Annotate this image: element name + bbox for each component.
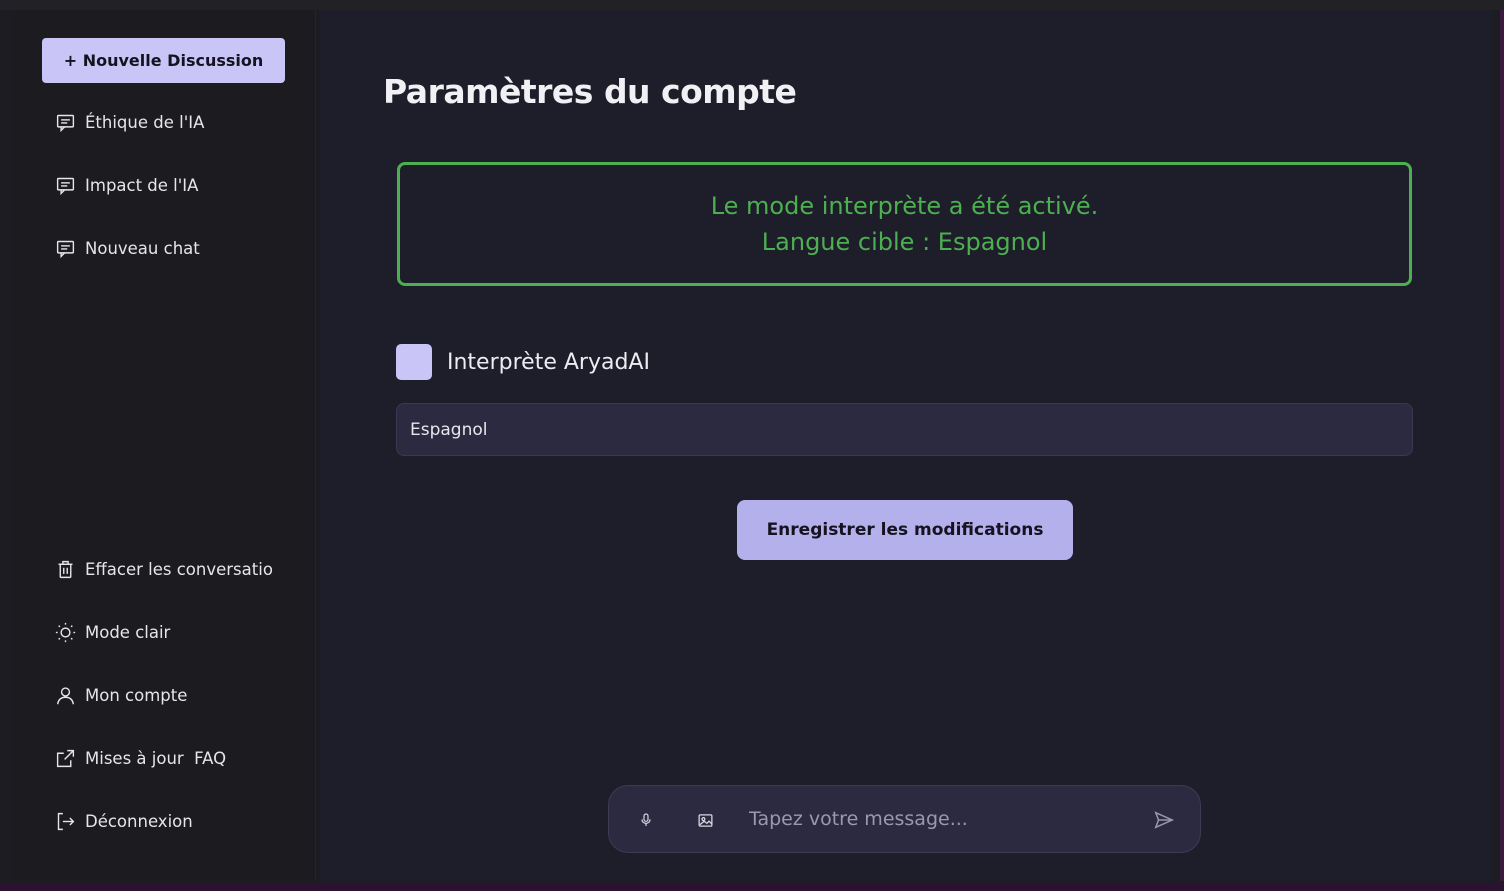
new-discussion-button[interactable]: + Nouvelle Discussion bbox=[42, 38, 285, 83]
sidebar-item-label: Mises à jour FAQ bbox=[85, 748, 227, 768]
trash-icon bbox=[58, 560, 73, 578]
sun-icon bbox=[55, 622, 76, 642]
user-icon bbox=[56, 686, 75, 704]
image-icon[interactable] bbox=[693, 808, 717, 832]
chat-icon bbox=[56, 240, 75, 258]
sidebar-item-label: Déconnexion bbox=[85, 811, 193, 831]
window-top-bar bbox=[0, 0, 1504, 10]
light-mode-toggle[interactable]: Mode clair bbox=[55, 620, 275, 644]
sidebar-item-label: Éthique de l'IA bbox=[85, 112, 205, 132]
page-title: Paramètres du compte bbox=[383, 72, 797, 111]
sidebar-item-label: Impact de l'IA bbox=[85, 175, 199, 195]
main-content: Paramètres du compte Le mode interprète … bbox=[320, 10, 1492, 881]
send-icon[interactable] bbox=[1152, 808, 1176, 832]
alert-line-2: Langue cible : Espagnol bbox=[761, 228, 1048, 256]
logout-button[interactable]: Déconnexion bbox=[55, 809, 275, 833]
interpreter-option: Interprète AryadAI bbox=[396, 344, 650, 380]
alert-line-1: Le mode interprète a été activé. bbox=[710, 192, 1099, 220]
window-bottom-edge bbox=[0, 883, 1504, 891]
sidebar-item-label: Mode clair bbox=[85, 622, 171, 642]
sidebar-item-label: Nouveau chat bbox=[85, 238, 200, 258]
updates-faq-link[interactable]: Mises à jour FAQ bbox=[55, 746, 275, 770]
chat-icon bbox=[56, 177, 75, 195]
sidebar-item-ethique[interactable]: Éthique de l'IA bbox=[55, 110, 275, 134]
app-window: + Nouvelle Discussion Éthique de l'IA Im… bbox=[0, 0, 1504, 891]
sidebar-item-label: Mon compte bbox=[85, 685, 188, 705]
sidebar: + Nouvelle Discussion Éthique de l'IA Im… bbox=[10, 10, 316, 881]
window-edge bbox=[1500, 10, 1504, 881]
interpreter-label: Interprète AryadAI bbox=[447, 349, 650, 375]
sidebar-item-label: Effacer les conversations bbox=[85, 559, 273, 579]
sidebar-item-impact[interactable]: Impact de l'IA bbox=[55, 173, 275, 197]
message-composer bbox=[608, 785, 1201, 853]
target-language-field[interactable]: Espagnol bbox=[396, 403, 1413, 456]
message-input[interactable] bbox=[749, 800, 1129, 838]
logout-icon bbox=[57, 812, 75, 830]
microphone-icon[interactable] bbox=[634, 808, 658, 832]
chat-icon bbox=[56, 114, 75, 132]
clear-conversations-button[interactable]: Effacer les conversations bbox=[55, 557, 273, 581]
my-account-link[interactable]: Mon compte bbox=[55, 683, 275, 707]
success-alert: Le mode interprète a été activé. Langue … bbox=[397, 162, 1412, 286]
sidebar-item-nouveau-chat[interactable]: Nouveau chat bbox=[55, 236, 275, 260]
save-changes-button[interactable]: Enregistrer les modifications bbox=[737, 500, 1073, 560]
interpreter-checkbox[interactable] bbox=[396, 344, 432, 380]
external-link-icon bbox=[56, 749, 75, 767]
